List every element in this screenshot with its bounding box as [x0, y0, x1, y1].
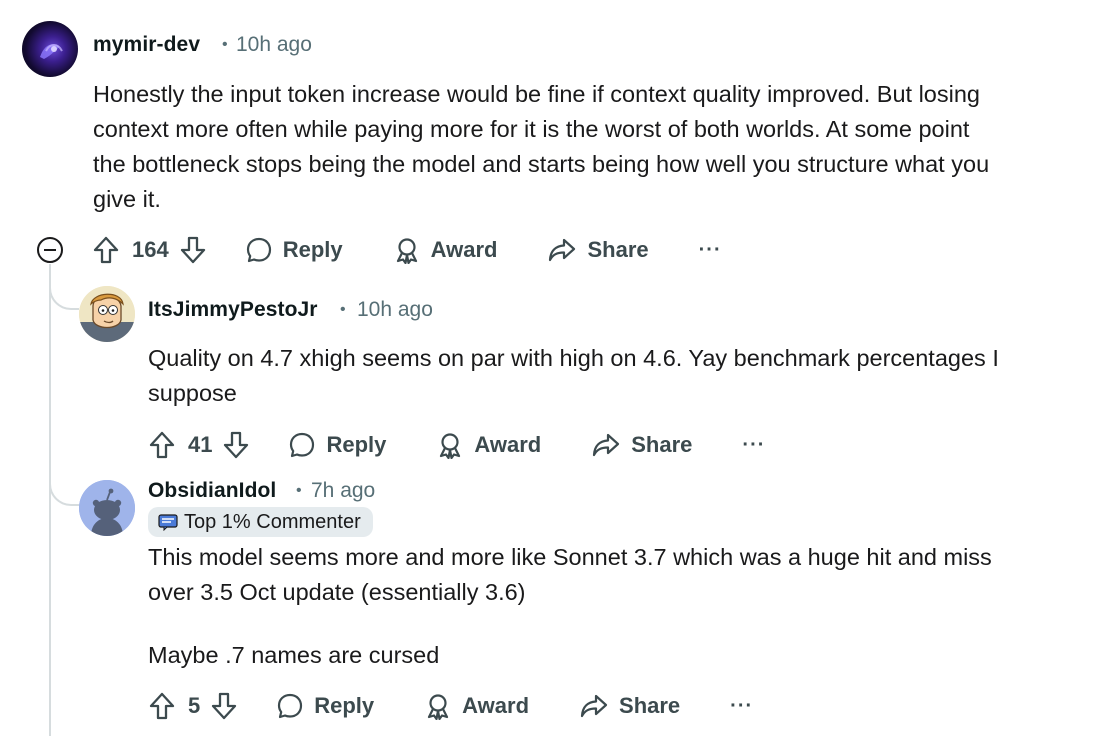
meta-separator: • [340, 301, 346, 318]
upvote-icon [149, 692, 175, 720]
cartoon-avatar-icon [79, 286, 135, 342]
comment-line: Maybe .7 names are cursed [148, 642, 440, 668]
more-options-button[interactable]: ··· [742, 434, 765, 457]
comment-line: Honestly the input token increase would … [93, 81, 980, 107]
comment-line: the bottleneck stops being the model and… [93, 151, 990, 177]
comment-actions: 164 Reply Award Share ··· [92, 230, 722, 270]
downvote-icon [180, 236, 205, 264]
award-button[interactable]: Award [436, 431, 541, 459]
award-button[interactable]: Award [393, 236, 498, 264]
comment-bubble-icon [278, 693, 303, 719]
comment-body: Honestly the input token increase would … [93, 77, 989, 217]
share-icon [549, 238, 576, 262]
reply-button[interactable]: Reply [245, 236, 343, 264]
award-label: Award [430, 237, 498, 262]
downvote-button[interactable] [210, 691, 238, 721]
upvote-button[interactable] [92, 235, 120, 265]
comment-actions: 41 Reply Award Share ··· [148, 425, 765, 465]
comment-line: over 3.5 Oct update (essentially 3.6) [148, 579, 526, 605]
downvote-button[interactable] [179, 235, 207, 265]
share-label: Share [631, 432, 693, 457]
upvote-icon [149, 431, 175, 459]
share-button[interactable]: Share [591, 431, 692, 459]
comment-line: Quality on 4.7 xhigh seems on par with h… [148, 345, 999, 371]
minus-icon [44, 248, 56, 252]
award-label: Award [462, 693, 530, 718]
vote-count: 5 [188, 693, 201, 718]
share-label: Share [619, 693, 681, 718]
share-button[interactable]: Share [547, 236, 649, 264]
vote-count: 41 [188, 432, 213, 457]
snoo-avatar-icon [79, 480, 135, 536]
share-icon [580, 694, 608, 718]
reply-button[interactable]: Reply [276, 692, 374, 720]
award-icon [396, 238, 417, 264]
comment-line: context more often while paying more for… [93, 116, 970, 142]
comment-line: This model seems more and more like Sonn… [148, 544, 992, 570]
comment-bubble-icon [290, 432, 315, 458]
nebula-avatar-icon [40, 44, 63, 59]
avatar[interactable] [79, 286, 135, 342]
share-label: Share [587, 237, 649, 262]
avatar[interactable] [22, 21, 78, 77]
award-icon [440, 433, 461, 459]
comment-timestamp[interactable]: 10h ago [357, 298, 433, 322]
upvote-icon [93, 236, 119, 264]
commenter-badge-icon [158, 514, 178, 531]
vote-count: 164 [132, 237, 169, 262]
downvote-icon [212, 692, 237, 720]
reply-label: Reply [326, 432, 387, 457]
comment-bubble-icon [246, 237, 271, 263]
comment-author[interactable]: ObsidianIdol [148, 479, 276, 503]
comment-line: give it. [93, 186, 161, 212]
comment-timestamp[interactable]: 10h ago [236, 33, 312, 57]
collapse-thread-button[interactable] [37, 237, 63, 263]
meta-separator: • [296, 482, 302, 499]
more-options-button[interactable]: ··· [730, 695, 753, 718]
upvote-button[interactable] [148, 430, 176, 460]
thread-connector [49, 460, 79, 506]
avatar[interactable] [79, 480, 135, 536]
more-options-button[interactable]: ··· [699, 239, 722, 262]
top-commenter-badge[interactable]: Top 1% Commenter [148, 507, 373, 537]
award-label: Award [474, 432, 542, 457]
comment-body: This model seems more and more like Sonn… [148, 540, 992, 673]
downvote-button[interactable] [222, 430, 250, 460]
meta-separator: • [222, 36, 228, 53]
upvote-button[interactable] [148, 691, 176, 721]
thread-connector [49, 266, 79, 310]
comment-body: Quality on 4.7 xhigh seems on par with h… [148, 341, 999, 411]
reply-label: Reply [282, 237, 343, 262]
comment-author[interactable]: mymir-dev [93, 33, 200, 57]
downvote-icon [224, 431, 249, 459]
comment-actions: 5 Reply Award Share ··· [148, 686, 753, 726]
award-icon [428, 694, 449, 720]
reply-button[interactable]: Reply [288, 431, 386, 459]
thread-line [49, 264, 51, 736]
share-icon [593, 433, 620, 457]
share-button[interactable]: Share [579, 692, 680, 720]
reply-label: Reply [314, 693, 375, 718]
comment-author[interactable]: ItsJimmyPestoJr [148, 298, 318, 322]
badge-label: Top 1% Commenter [184, 510, 361, 533]
award-button[interactable]: Award [424, 692, 529, 720]
comment-line: suppose [148, 380, 237, 406]
comment-timestamp[interactable]: 7h ago [311, 479, 375, 503]
